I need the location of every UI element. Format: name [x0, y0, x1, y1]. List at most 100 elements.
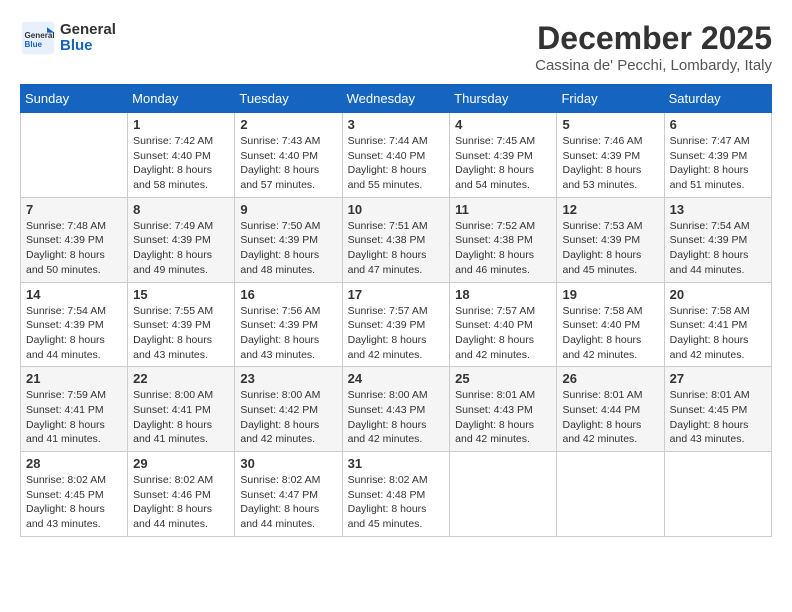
calendar-week-row: 1 Sunrise: 7:42 AMSunset: 4:40 PMDayligh…: [21, 113, 772, 198]
day-number: 29: [133, 456, 229, 471]
day-info: Sunrise: 7:48 AMSunset: 4:39 PMDaylight:…: [26, 219, 122, 278]
day-number: 19: [562, 287, 658, 302]
calendar-cell: 17 Sunrise: 7:57 AMSunset: 4:39 PMDaylig…: [342, 282, 450, 367]
day-number: 17: [348, 287, 445, 302]
day-number: 25: [455, 371, 551, 386]
calendar-cell: 4 Sunrise: 7:45 AMSunset: 4:39 PMDayligh…: [450, 113, 557, 198]
calendar-week-row: 21 Sunrise: 7:59 AMSunset: 4:41 PMDaylig…: [21, 367, 772, 452]
calendar-cell: 2 Sunrise: 7:43 AMSunset: 4:40 PMDayligh…: [235, 113, 342, 198]
day-info: Sunrise: 8:01 AMSunset: 4:45 PMDaylight:…: [670, 388, 766, 447]
day-info: Sunrise: 7:50 AMSunset: 4:39 PMDaylight:…: [240, 219, 336, 278]
day-info: Sunrise: 8:01 AMSunset: 4:43 PMDaylight:…: [455, 388, 551, 447]
calendar-cell: 1 Sunrise: 7:42 AMSunset: 4:40 PMDayligh…: [128, 113, 235, 198]
day-number: 2: [240, 117, 336, 132]
calendar-week-row: 28 Sunrise: 8:02 AMSunset: 4:45 PMDaylig…: [21, 452, 772, 537]
day-info: Sunrise: 7:51 AMSunset: 4:38 PMDaylight:…: [348, 219, 445, 278]
calendar-cell: 28 Sunrise: 8:02 AMSunset: 4:45 PMDaylig…: [21, 452, 128, 537]
calendar-cell: 7 Sunrise: 7:48 AMSunset: 4:39 PMDayligh…: [21, 197, 128, 282]
day-info: Sunrise: 7:54 AMSunset: 4:39 PMDaylight:…: [26, 304, 122, 363]
day-info: Sunrise: 7:55 AMSunset: 4:39 PMDaylight:…: [133, 304, 229, 363]
day-number: 23: [240, 371, 336, 386]
day-of-week-header: Wednesday: [342, 85, 450, 113]
day-info: Sunrise: 8:02 AMSunset: 4:47 PMDaylight:…: [240, 473, 336, 532]
calendar-cell: 18 Sunrise: 7:57 AMSunset: 4:40 PMDaylig…: [450, 282, 557, 367]
day-info: Sunrise: 8:00 AMSunset: 4:42 PMDaylight:…: [240, 388, 336, 447]
calendar-cell: 12 Sunrise: 7:53 AMSunset: 4:39 PMDaylig…: [557, 197, 664, 282]
month-title: December 2025: [535, 20, 772, 57]
calendar-cell: 22 Sunrise: 8:00 AMSunset: 4:41 PMDaylig…: [128, 367, 235, 452]
day-info: Sunrise: 7:47 AMSunset: 4:39 PMDaylight:…: [670, 134, 766, 193]
day-number: 21: [26, 371, 122, 386]
day-info: Sunrise: 7:54 AMSunset: 4:39 PMDaylight:…: [670, 219, 766, 278]
day-info: Sunrise: 7:56 AMSunset: 4:39 PMDaylight:…: [240, 304, 336, 363]
calendar-cell: 15 Sunrise: 7:55 AMSunset: 4:39 PMDaylig…: [128, 282, 235, 367]
calendar-cell: 21 Sunrise: 7:59 AMSunset: 4:41 PMDaylig…: [21, 367, 128, 452]
day-number: 16: [240, 287, 336, 302]
logo-icon: General Blue: [20, 20, 56, 56]
day-info: Sunrise: 8:00 AMSunset: 4:43 PMDaylight:…: [348, 388, 445, 447]
calendar-cell: 31 Sunrise: 8:02 AMSunset: 4:48 PMDaylig…: [342, 452, 450, 537]
day-number: 7: [26, 202, 122, 217]
day-info: Sunrise: 8:02 AMSunset: 4:48 PMDaylight:…: [348, 473, 445, 532]
calendar-cell: [664, 452, 771, 537]
day-number: 8: [133, 202, 229, 217]
location-subtitle: Cassina de' Pecchi, Lombardy, Italy: [535, 57, 772, 74]
day-number: 9: [240, 202, 336, 217]
calendar-header-row: SundayMondayTuesdayWednesdayThursdayFrid…: [21, 85, 772, 113]
calendar-cell: 29 Sunrise: 8:02 AMSunset: 4:46 PMDaylig…: [128, 452, 235, 537]
day-info: Sunrise: 7:53 AMSunset: 4:39 PMDaylight:…: [562, 219, 658, 278]
calendar-cell: [450, 452, 557, 537]
svg-text:Blue: Blue: [25, 40, 43, 49]
calendar-cell: 26 Sunrise: 8:01 AMSunset: 4:44 PMDaylig…: [557, 367, 664, 452]
day-number: 24: [348, 371, 445, 386]
day-number: 31: [348, 456, 445, 471]
day-info: Sunrise: 7:45 AMSunset: 4:39 PMDaylight:…: [455, 134, 551, 193]
day-of-week-header: Saturday: [664, 85, 771, 113]
day-number: 11: [455, 202, 551, 217]
calendar-cell: 10 Sunrise: 7:51 AMSunset: 4:38 PMDaylig…: [342, 197, 450, 282]
calendar-cell: 3 Sunrise: 7:44 AMSunset: 4:40 PMDayligh…: [342, 113, 450, 198]
page-header: General Blue General Blue December 2025 …: [20, 20, 772, 74]
day-of-week-header: Monday: [128, 85, 235, 113]
calendar-cell: 6 Sunrise: 7:47 AMSunset: 4:39 PMDayligh…: [664, 113, 771, 198]
calendar-cell: 24 Sunrise: 8:00 AMSunset: 4:43 PMDaylig…: [342, 367, 450, 452]
day-number: 6: [670, 117, 766, 132]
day-info: Sunrise: 8:02 AMSunset: 4:46 PMDaylight:…: [133, 473, 229, 532]
calendar-table: SundayMondayTuesdayWednesdayThursdayFrid…: [20, 84, 772, 537]
calendar-cell: 23 Sunrise: 8:00 AMSunset: 4:42 PMDaylig…: [235, 367, 342, 452]
day-of-week-header: Thursday: [450, 85, 557, 113]
calendar-cell: 8 Sunrise: 7:49 AMSunset: 4:39 PMDayligh…: [128, 197, 235, 282]
logo: General Blue General Blue: [20, 20, 116, 56]
day-info: Sunrise: 7:57 AMSunset: 4:40 PMDaylight:…: [455, 304, 551, 363]
day-info: Sunrise: 7:42 AMSunset: 4:40 PMDaylight:…: [133, 134, 229, 193]
day-number: 14: [26, 287, 122, 302]
day-info: Sunrise: 7:57 AMSunset: 4:39 PMDaylight:…: [348, 304, 445, 363]
day-number: 10: [348, 202, 445, 217]
day-number: 13: [670, 202, 766, 217]
day-number: 3: [348, 117, 445, 132]
calendar-cell: 9 Sunrise: 7:50 AMSunset: 4:39 PMDayligh…: [235, 197, 342, 282]
day-info: Sunrise: 7:46 AMSunset: 4:39 PMDaylight:…: [562, 134, 658, 193]
day-info: Sunrise: 8:00 AMSunset: 4:41 PMDaylight:…: [133, 388, 229, 447]
title-block: December 2025 Cassina de' Pecchi, Lombar…: [535, 20, 772, 74]
calendar-cell: 19 Sunrise: 7:58 AMSunset: 4:40 PMDaylig…: [557, 282, 664, 367]
calendar-cell: 20 Sunrise: 7:58 AMSunset: 4:41 PMDaylig…: [664, 282, 771, 367]
day-number: 26: [562, 371, 658, 386]
day-number: 30: [240, 456, 336, 471]
day-info: Sunrise: 8:01 AMSunset: 4:44 PMDaylight:…: [562, 388, 658, 447]
day-info: Sunrise: 7:59 AMSunset: 4:41 PMDaylight:…: [26, 388, 122, 447]
calendar-cell: [557, 452, 664, 537]
day-number: 15: [133, 287, 229, 302]
day-of-week-header: Sunday: [21, 85, 128, 113]
day-info: Sunrise: 7:58 AMSunset: 4:41 PMDaylight:…: [670, 304, 766, 363]
day-info: Sunrise: 7:52 AMSunset: 4:38 PMDaylight:…: [455, 219, 551, 278]
day-number: 20: [670, 287, 766, 302]
calendar-week-row: 14 Sunrise: 7:54 AMSunset: 4:39 PMDaylig…: [21, 282, 772, 367]
calendar-cell: 30 Sunrise: 8:02 AMSunset: 4:47 PMDaylig…: [235, 452, 342, 537]
day-number: 5: [562, 117, 658, 132]
calendar-cell: 11 Sunrise: 7:52 AMSunset: 4:38 PMDaylig…: [450, 197, 557, 282]
calendar-cell: 13 Sunrise: 7:54 AMSunset: 4:39 PMDaylig…: [664, 197, 771, 282]
calendar-cell: 25 Sunrise: 8:01 AMSunset: 4:43 PMDaylig…: [450, 367, 557, 452]
day-number: 27: [670, 371, 766, 386]
logo-blue-text: Blue: [60, 38, 116, 55]
